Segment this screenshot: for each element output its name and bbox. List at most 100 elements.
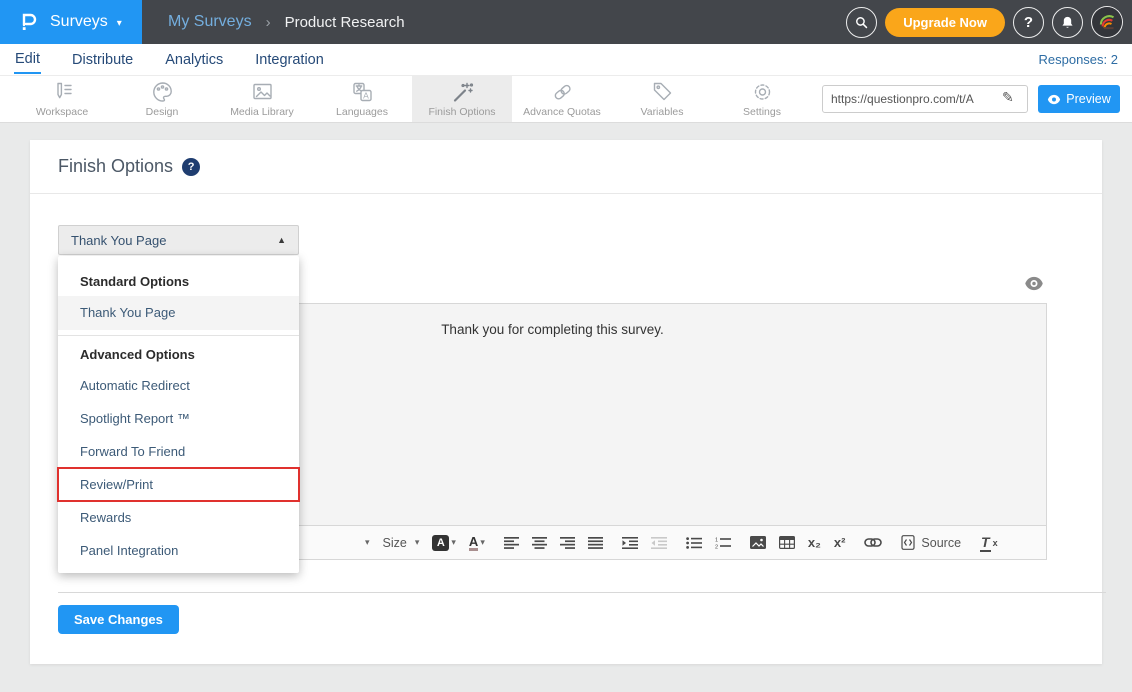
- ribbon-item-settings[interactable]: Settings: [712, 76, 812, 122]
- svg-text:2: 2: [715, 544, 718, 548]
- ribbon-item-advance-quotas[interactable]: Advance Quotas: [512, 76, 612, 122]
- question-icon: ?: [1024, 14, 1033, 31]
- palette-icon: [150, 81, 175, 103]
- translate-icon: A: [350, 81, 375, 103]
- ribbon-item-workspace[interactable]: Workspace: [12, 76, 112, 122]
- ribbon-item-variables[interactable]: Variables: [612, 76, 712, 122]
- align-center-button[interactable]: [532, 537, 547, 549]
- indent-button[interactable]: [622, 537, 638, 549]
- chevron-down-icon: ▾: [415, 537, 420, 548]
- indent-icon: [622, 537, 638, 549]
- finish-option-select[interactable]: Thank You Page ▲: [58, 225, 299, 255]
- remove-format-button[interactable]: Tx: [980, 534, 998, 552]
- account-logo-icon: [1093, 7, 1122, 36]
- align-right-button[interactable]: [560, 537, 575, 549]
- menu-item-thank-you-page[interactable]: Thank You Page: [58, 296, 299, 330]
- tab-distribute[interactable]: Distribute: [71, 47, 134, 73]
- responses-count[interactable]: Responses: 2: [1039, 52, 1119, 67]
- menu-separator: [58, 335, 299, 336]
- insert-image-icon: [750, 536, 766, 549]
- menu-item-forward-to-friend[interactable]: Forward To Friend: [58, 435, 299, 468]
- chevron-down-icon: ▾: [365, 537, 370, 548]
- workspace-icon: [50, 81, 75, 103]
- chevron-down-icon: ▾: [451, 537, 456, 548]
- product-label: Surveys: [50, 13, 108, 31]
- tag-icon: [650, 81, 675, 103]
- save-divider: [58, 592, 1106, 593]
- image-frame-icon: [250, 81, 275, 103]
- size-combo-button[interactable]: Size ▾: [383, 536, 420, 550]
- subscript-button[interactable]: x₂: [808, 535, 821, 550]
- text-color-button[interactable]: A ▾: [469, 535, 485, 551]
- chevron-down-icon: ▾: [117, 18, 122, 29]
- source-doc-icon: [901, 535, 915, 550]
- visibility-toggle[interactable]: [1024, 276, 1044, 292]
- svg-text:1: 1: [715, 537, 718, 543]
- account-avatar[interactable]: [1091, 6, 1123, 38]
- ribbon-item-media-library[interactable]: Media Library: [212, 76, 312, 122]
- survey-tabs: Edit Distribute Analytics Integration Re…: [0, 44, 1132, 76]
- insert-table-button[interactable]: [779, 536, 795, 549]
- notifications-button[interactable]: [1052, 7, 1083, 38]
- gear-icon: [750, 81, 775, 103]
- topbar-actions: Upgrade Now ?: [846, 6, 1132, 38]
- magic-wand-icon: [450, 81, 475, 103]
- upgrade-now-button[interactable]: Upgrade Now: [885, 8, 1005, 37]
- justify-icon: [588, 537, 603, 549]
- link-icon: [864, 535, 882, 550]
- tab-edit[interactable]: Edit: [14, 46, 41, 74]
- chevron-down-icon: ▾: [480, 537, 485, 548]
- breadcrumb: My Surveys › Product Research: [168, 13, 846, 31]
- tab-analytics[interactable]: Analytics: [164, 47, 224, 73]
- chain-links-icon: [550, 81, 575, 103]
- bullet-list-button[interactable]: [686, 537, 702, 549]
- ribbon-item-finish-options[interactable]: Finish Options: [412, 76, 512, 122]
- finish-options-menu: Standard Options Thank You Page Advanced…: [58, 256, 299, 573]
- eye-icon: [1047, 94, 1061, 105]
- topbar: Surveys ▾ My Surveys › Product Research …: [0, 0, 1132, 44]
- eye-icon: [1024, 276, 1044, 291]
- background-color-button[interactable]: A ▾: [432, 535, 456, 551]
- survey-url-input[interactable]: [822, 85, 1028, 113]
- help-button[interactable]: ?: [1013, 7, 1044, 38]
- questionpro-app: Surveys ▾ My Surveys › Product Research …: [0, 0, 1132, 692]
- save-changes-button[interactable]: Save Changes: [58, 605, 179, 634]
- menu-item-automatic-redirect[interactable]: Automatic Redirect: [58, 369, 299, 402]
- preview-button[interactable]: Preview: [1038, 85, 1120, 113]
- edit-ribbon: Workspace Design Media Library A Langua: [0, 76, 1132, 123]
- numbered-list-button[interactable]: 1 2: [715, 537, 731, 549]
- svg-text:A: A: [363, 90, 369, 100]
- bell-icon: [1059, 14, 1076, 31]
- menu-item-rewards[interactable]: Rewards: [58, 501, 299, 534]
- source-button[interactable]: Source: [901, 535, 961, 550]
- title-help-icon[interactable]: ?: [182, 158, 200, 176]
- align-left-button[interactable]: [504, 537, 519, 549]
- menu-item-panel-integration[interactable]: Panel Integration: [58, 534, 299, 567]
- align-right-icon: [560, 537, 575, 549]
- outdent-icon: [651, 537, 667, 549]
- insert-link-button[interactable]: [864, 535, 882, 550]
- font-combo-button[interactable]: ▾: [365, 537, 370, 548]
- numbered-list-icon: 1 2: [715, 537, 731, 549]
- superscript-button[interactable]: x²: [834, 535, 846, 550]
- ribbon-item-design[interactable]: Design: [112, 76, 212, 122]
- breadcrumb-current: Product Research: [285, 14, 405, 31]
- breadcrumb-my-surveys[interactable]: My Surveys: [168, 13, 252, 31]
- align-left-icon: [504, 537, 519, 549]
- insert-image-button[interactable]: [750, 536, 766, 549]
- bullet-list-icon: [686, 537, 702, 549]
- search-button[interactable]: [846, 7, 877, 38]
- align-center-icon: [532, 537, 547, 549]
- outdent-button[interactable]: [651, 537, 667, 549]
- tab-integration[interactable]: Integration: [254, 47, 325, 73]
- menu-item-review-print[interactable]: Review/Print: [58, 468, 299, 501]
- product-switcher[interactable]: Surveys ▾: [0, 0, 142, 44]
- ribbon-item-languages[interactable]: A Languages: [312, 76, 412, 122]
- questionpro-logo-icon: [17, 10, 41, 34]
- chevron-up-icon: ▲: [277, 235, 286, 245]
- edit-url-pencil-icon[interactable]: ✎: [1002, 89, 1014, 106]
- search-icon: [853, 14, 870, 31]
- insert-table-icon: [779, 536, 795, 549]
- justify-button[interactable]: [588, 537, 603, 549]
- menu-item-spotlight-report[interactable]: Spotlight Report ™: [58, 402, 299, 435]
